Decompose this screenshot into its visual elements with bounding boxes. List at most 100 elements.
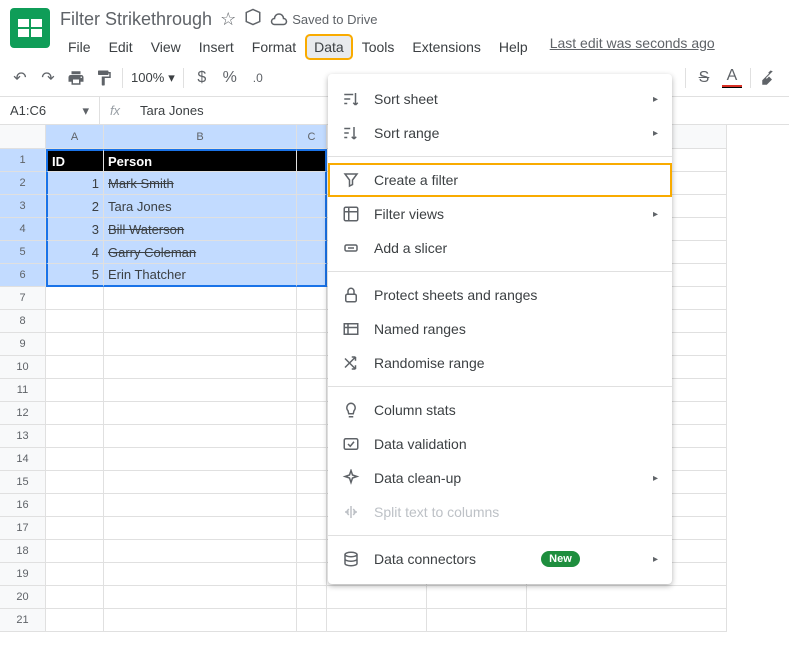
cell[interactable] xyxy=(297,471,327,494)
menu-create-filter[interactable]: Create a filter xyxy=(328,163,672,197)
cell[interactable] xyxy=(46,494,104,517)
cell[interactable]: 4 xyxy=(46,241,104,264)
cell[interactable] xyxy=(297,609,327,632)
menu-filter-views[interactable]: Filter views ▸ xyxy=(328,197,672,231)
row-header[interactable]: 15 xyxy=(0,471,46,494)
cell[interactable] xyxy=(297,241,327,264)
redo-icon[interactable]: ↷ xyxy=(38,68,58,88)
cell[interactable]: Mark Smith xyxy=(104,172,297,195)
cell[interactable]: 5 xyxy=(46,264,104,287)
cell[interactable] xyxy=(104,425,297,448)
cell[interactable] xyxy=(46,448,104,471)
cell[interactable] xyxy=(104,586,297,609)
formula-input[interactable]: Tara Jones xyxy=(130,103,204,118)
col-header-b[interactable]: B xyxy=(104,125,297,149)
cell[interactable] xyxy=(527,586,727,609)
cell[interactable] xyxy=(104,402,297,425)
strikethrough-icon[interactable]: S xyxy=(694,68,714,88)
cell[interactable] xyxy=(297,425,327,448)
menu-sort-range[interactable]: Sort range ▸ xyxy=(328,116,672,150)
menu-edit[interactable]: Edit xyxy=(101,35,141,59)
cell[interactable] xyxy=(297,172,327,195)
menu-data-connectors[interactable]: Data connectors New ▸ xyxy=(328,542,672,576)
cell[interactable] xyxy=(104,609,297,632)
cell[interactable] xyxy=(46,471,104,494)
percent-icon[interactable]: % xyxy=(220,68,240,88)
row-header[interactable]: 18 xyxy=(0,540,46,563)
cell[interactable]: 2 xyxy=(46,195,104,218)
menu-sort-sheet[interactable]: Sort sheet ▸ xyxy=(328,82,672,116)
cell[interactable]: Bill Waterson xyxy=(104,218,297,241)
cell[interactable] xyxy=(46,425,104,448)
row-header[interactable]: 10 xyxy=(0,356,46,379)
menu-insert[interactable]: Insert xyxy=(191,35,242,59)
cell[interactable] xyxy=(297,264,327,287)
cell[interactable] xyxy=(427,609,527,632)
last-edit-link[interactable]: Last edit was seconds ago xyxy=(550,35,715,59)
move-icon[interactable] xyxy=(244,8,262,31)
cell[interactable] xyxy=(104,494,297,517)
row-header[interactable]: 2 xyxy=(0,172,46,195)
fill-color-icon[interactable] xyxy=(759,68,779,88)
cell[interactable]: 1 xyxy=(46,172,104,195)
cell[interactable] xyxy=(297,402,327,425)
row-header[interactable]: 14 xyxy=(0,448,46,471)
row-header[interactable]: 8 xyxy=(0,310,46,333)
cell[interactable] xyxy=(104,333,297,356)
cell[interactable]: Tara Jones xyxy=(104,195,297,218)
cell[interactable] xyxy=(297,494,327,517)
col-header-a[interactable]: A xyxy=(46,125,104,149)
cell[interactable] xyxy=(297,540,327,563)
cell[interactable] xyxy=(46,540,104,563)
cell[interactable] xyxy=(427,586,527,609)
cell[interactable] xyxy=(46,586,104,609)
menu-data-validation[interactable]: Data validation xyxy=(328,427,672,461)
decimal-icon[interactable]: .0 xyxy=(248,68,268,88)
cell[interactable] xyxy=(104,517,297,540)
row-header[interactable]: 21 xyxy=(0,609,46,632)
cell[interactable] xyxy=(297,218,327,241)
cell[interactable] xyxy=(46,356,104,379)
row-header[interactable]: 6 xyxy=(0,264,46,287)
cell[interactable] xyxy=(104,563,297,586)
row-header[interactable]: 4 xyxy=(0,218,46,241)
cell[interactable] xyxy=(527,609,727,632)
menu-tools[interactable]: Tools xyxy=(354,35,403,59)
col-header-c[interactable]: C xyxy=(297,125,327,149)
cell[interactable] xyxy=(327,609,427,632)
menu-file[interactable]: File xyxy=(60,35,99,59)
menu-view[interactable]: View xyxy=(143,35,189,59)
row-header[interactable]: 19 xyxy=(0,563,46,586)
cell[interactable] xyxy=(327,586,427,609)
cell[interactable] xyxy=(297,333,327,356)
row-header[interactable]: 1 xyxy=(0,149,46,172)
cell[interactable] xyxy=(46,379,104,402)
sheets-logo[interactable] xyxy=(10,8,50,48)
cell[interactable] xyxy=(297,310,327,333)
cell[interactable]: Garry Coleman xyxy=(104,241,297,264)
menu-add-slicer[interactable]: Add a slicer xyxy=(328,231,672,265)
cell[interactable] xyxy=(297,195,327,218)
cell[interactable] xyxy=(297,586,327,609)
menu-column-stats[interactable]: Column stats xyxy=(328,393,672,427)
cell[interactable] xyxy=(104,448,297,471)
menu-format[interactable]: Format xyxy=(244,35,304,59)
paint-format-icon[interactable] xyxy=(94,68,114,88)
row-header[interactable]: 13 xyxy=(0,425,46,448)
cell[interactable] xyxy=(297,356,327,379)
cell[interactable] xyxy=(297,287,327,310)
menu-data-cleanup[interactable]: Data clean-up ▸ xyxy=(328,461,672,495)
zoom-selector[interactable]: 100% ▾ xyxy=(131,70,175,86)
cell[interactable] xyxy=(297,149,327,172)
row-header[interactable]: 9 xyxy=(0,333,46,356)
cell-reference[interactable]: A1:C6▾ xyxy=(0,97,100,124)
cell[interactable] xyxy=(46,517,104,540)
menu-randomise[interactable]: Randomise range xyxy=(328,346,672,380)
menu-protect[interactable]: Protect sheets and ranges xyxy=(328,278,672,312)
cell[interactable] xyxy=(297,448,327,471)
row-header[interactable]: 5 xyxy=(0,241,46,264)
cell[interactable] xyxy=(297,379,327,402)
menu-extensions[interactable]: Extensions xyxy=(404,35,488,59)
row-header[interactable]: 16 xyxy=(0,494,46,517)
cell[interactable] xyxy=(104,310,297,333)
